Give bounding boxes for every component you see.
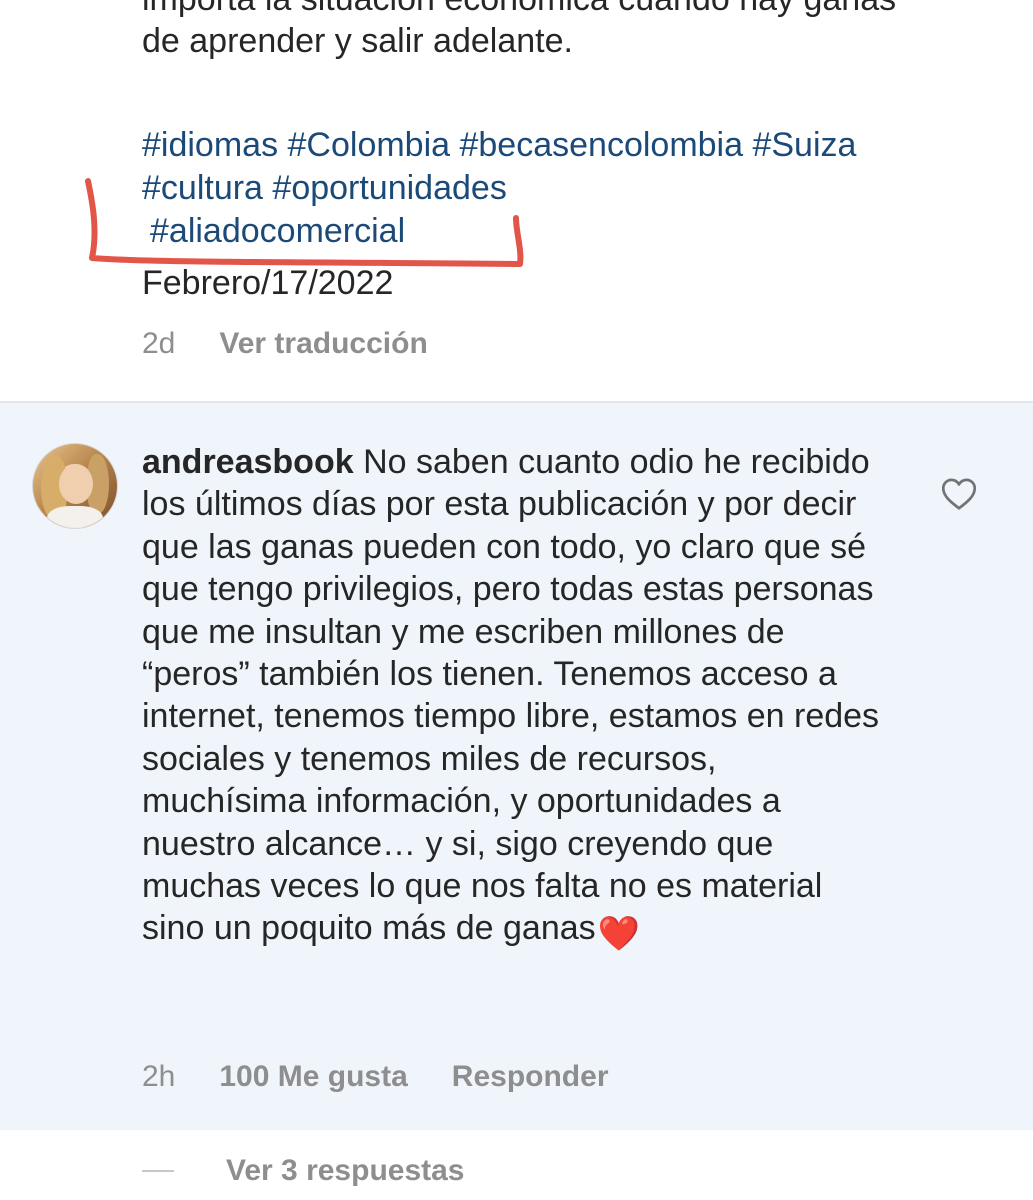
caption-date: Febrero/17/2022 (142, 264, 394, 302)
hashtag-line[interactable]: #idiomas #Colombia #becasencolombia #Sui… (142, 126, 856, 164)
hashtag-aliadocomercial[interactable]: #aliadocomercial (142, 210, 1022, 253)
comment-age: 2h (142, 1060, 176, 1093)
caption-section: importa la situación económica cuando ha… (0, 0, 1033, 402)
caption-line: importa la situación económica cuando ha… (142, 0, 896, 18)
replies-line (142, 1170, 174, 1172)
caption-text: importa la situación económica cuando ha… (142, 0, 1022, 62)
comment: andreasbook No saben cuanto odio he reci… (0, 403, 1033, 1130)
reply-button[interactable]: Responder (452, 1057, 609, 1097)
avatar[interactable] (32, 443, 118, 529)
view-replies[interactable]: Ver 3 respuestas (142, 1151, 465, 1191)
avatar-face (59, 464, 93, 504)
heart-outline-icon[interactable] (941, 477, 977, 511)
avatar-shirt (47, 506, 103, 528)
caption-age: 2d (142, 327, 176, 360)
caption-meta: 2d Ver traducción (142, 324, 428, 364)
comment-meta: 2h 100 Me gusta Responder (142, 1057, 609, 1097)
comment-body: andreasbook No saben cuanto odio he reci… (142, 441, 882, 956)
hashtags: #idiomas #Colombia #becasencolombia #Sui… (142, 124, 1022, 253)
comment-text: No saben cuanto odio he recibido los últ… (142, 443, 880, 948)
hashtag-line[interactable]: #cultura #oportunidades (142, 167, 1022, 210)
comment-username[interactable]: andreasbook (142, 443, 354, 481)
caption-line: de aprender y salir adelante. (142, 22, 573, 60)
translate-link[interactable]: Ver traducción (219, 324, 427, 364)
view-replies-label[interactable]: Ver 3 respuestas (226, 1151, 465, 1191)
likes-count[interactable]: 100 Me gusta (219, 1057, 407, 1097)
red-heart-emoji: ❤️ (597, 915, 640, 954)
